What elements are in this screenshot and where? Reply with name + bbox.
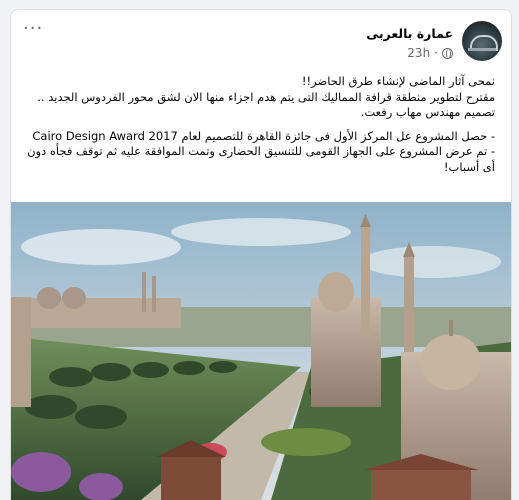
post-line-proposal: مقترح لتطوير منطقة قرافة المماليك التى ي… [37, 89, 495, 104]
post-time[interactable]: 23h [407, 46, 430, 60]
globe-icon [442, 47, 453, 59]
post-text: نمحى آثار الماضى لإنشاء طرق الحاضر!! مقت… [25, 74, 495, 175]
post-meta: 23h · [407, 46, 453, 60]
avatar-base-shape [468, 48, 496, 51]
post-line-status: - تم عرض المشروع على الجهاز القومى للتنس… [27, 144, 495, 174]
architectural-rendering [11, 202, 511, 500]
post-line-designer: تصميم مهندس مهاب رفعت. [360, 105, 495, 119]
post-line-award: - حصل المشروع عل المركز الأول فى جائزة ا… [32, 128, 495, 143]
meta-separator: · [434, 46, 438, 60]
avatar[interactable] [462, 21, 502, 61]
post-image[interactable] [11, 202, 511, 500]
author-name[interactable]: عمارة بالعربى [366, 26, 453, 41]
post-line-title: نمحى آثار الماضى لإنشاء طرق الحاضر!! [301, 74, 495, 88]
more-options-icon[interactable]: ··· [23, 18, 43, 39]
post-card: ··· عمارة بالعربى 23h · نمحى آثار الماضى… [10, 9, 512, 500]
post-header: ··· عمارة بالعربى 23h · [11, 10, 511, 70]
